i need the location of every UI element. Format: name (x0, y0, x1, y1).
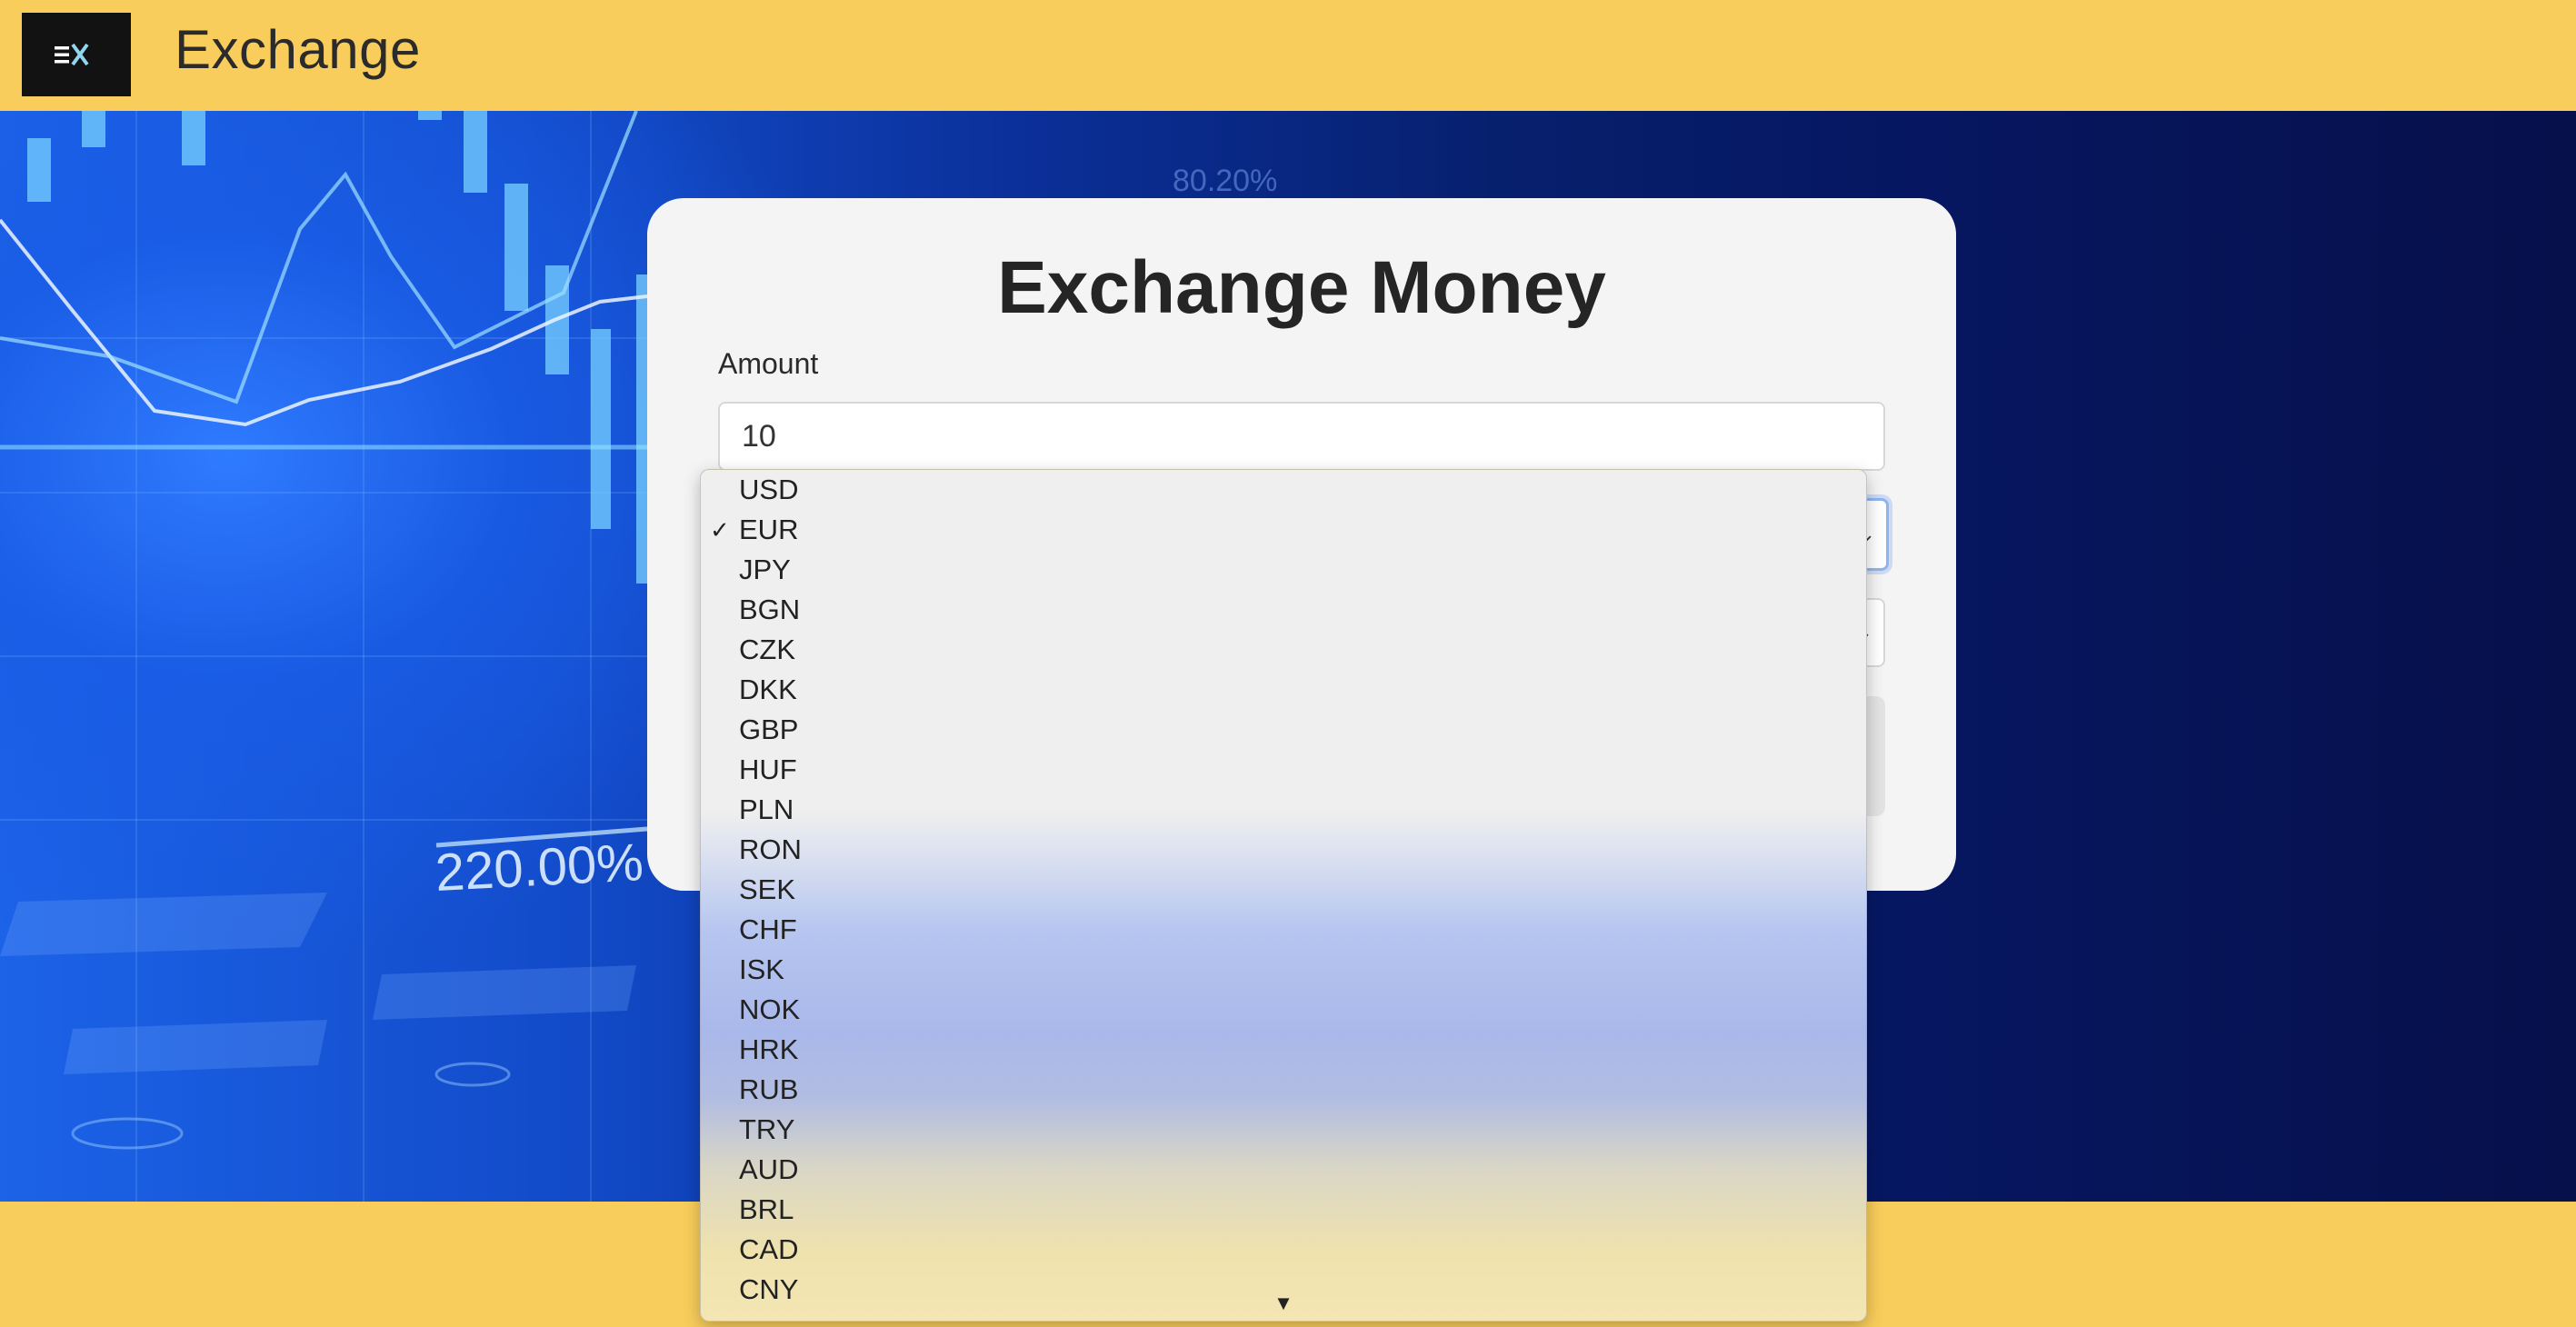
brand-name[interactable]: Exchange (175, 13, 421, 85)
currency-option-nok[interactable]: NOK (701, 990, 1866, 1030)
currency-option-czk[interactable]: CZK (701, 630, 1866, 670)
currency-option-dkk[interactable]: DKK (701, 670, 1866, 710)
currency-option-try[interactable]: TRY (701, 1110, 1866, 1150)
currency-option-label: ISK (739, 953, 784, 985)
currency-option-label: BRL (739, 1193, 794, 1225)
currency-option-sek[interactable]: SEK (701, 870, 1866, 910)
currency-option-label: JPY (739, 554, 791, 585)
currency-option-label: HUF (739, 753, 797, 785)
currency-option-cad[interactable]: CAD (701, 1230, 1866, 1270)
currency-option-huf[interactable]: HUF (701, 750, 1866, 790)
amount-input[interactable] (718, 402, 1885, 471)
currency-option-label: AUD (739, 1153, 799, 1185)
currency-option-label: CZK (739, 634, 795, 665)
currency-option-pln[interactable]: PLN (701, 790, 1866, 830)
chart-percent-label: 220.00% (434, 833, 644, 903)
currency-option-label: USD (739, 474, 799, 505)
chart-percent-label-top: 80.20% (1173, 164, 1277, 198)
checkmark-icon: ✓ (710, 516, 730, 544)
currency-option-aud[interactable]: AUD (701, 1150, 1866, 1190)
amount-label: Amount (718, 347, 819, 380)
scroll-down-icon[interactable]: ▼ (701, 1292, 1866, 1315)
card-title: Exchange Money (997, 246, 1606, 329)
currency-option-label: CHF (739, 913, 797, 945)
currency-option-label: RUB (739, 1073, 799, 1105)
app-logo[interactable] (22, 13, 131, 96)
currency-option-isk[interactable]: ISK (701, 950, 1866, 990)
currency-option-usd[interactable]: USD (701, 470, 1866, 510)
currency-option-label: EUR (739, 514, 799, 545)
currency-option-bgn[interactable]: BGN (701, 590, 1866, 630)
logo-icon (55, 43, 89, 66)
currency-option-label: HRK (739, 1033, 799, 1065)
currency-option-label: NOK (739, 993, 801, 1025)
currency-option-label: CAD (739, 1233, 799, 1265)
currency-option-hrk[interactable]: HRK (701, 1030, 1866, 1070)
currency-option-label: GBP (739, 713, 799, 745)
currency-option-brl[interactable]: BRL (701, 1190, 1866, 1230)
currency-option-label: TRY (739, 1113, 795, 1145)
currency-options: USD ✓ EUR JPY BGN CZK DKK GBP HUF PLN RON SEK CHF ISK… (701, 470, 1866, 1310)
currency-option-label: DKK (739, 673, 797, 705)
currency-option-label: RON (739, 833, 802, 865)
currency-option-label: BGN (739, 594, 801, 625)
currency-option-rub[interactable]: RUB (701, 1070, 1866, 1110)
currency-option-gbp[interactable]: GBP (701, 710, 1866, 750)
currency-option-label: PLN (739, 793, 794, 825)
currency-option-label: SEK (739, 873, 796, 905)
currency-option-eur[interactable]: ✓ EUR (701, 510, 1866, 550)
currency-option-jpy[interactable]: JPY (701, 550, 1866, 590)
currency-option-ron[interactable]: RON (701, 830, 1866, 870)
currency-option-chf[interactable]: CHF (701, 910, 1866, 950)
currency-dropdown-list[interactable]: USD ✓ EUR JPY BGN CZK DKK GBP HUF PLN RON SEK CHF ISK… (700, 469, 1867, 1322)
top-bar: Exchange (0, 0, 2576, 111)
